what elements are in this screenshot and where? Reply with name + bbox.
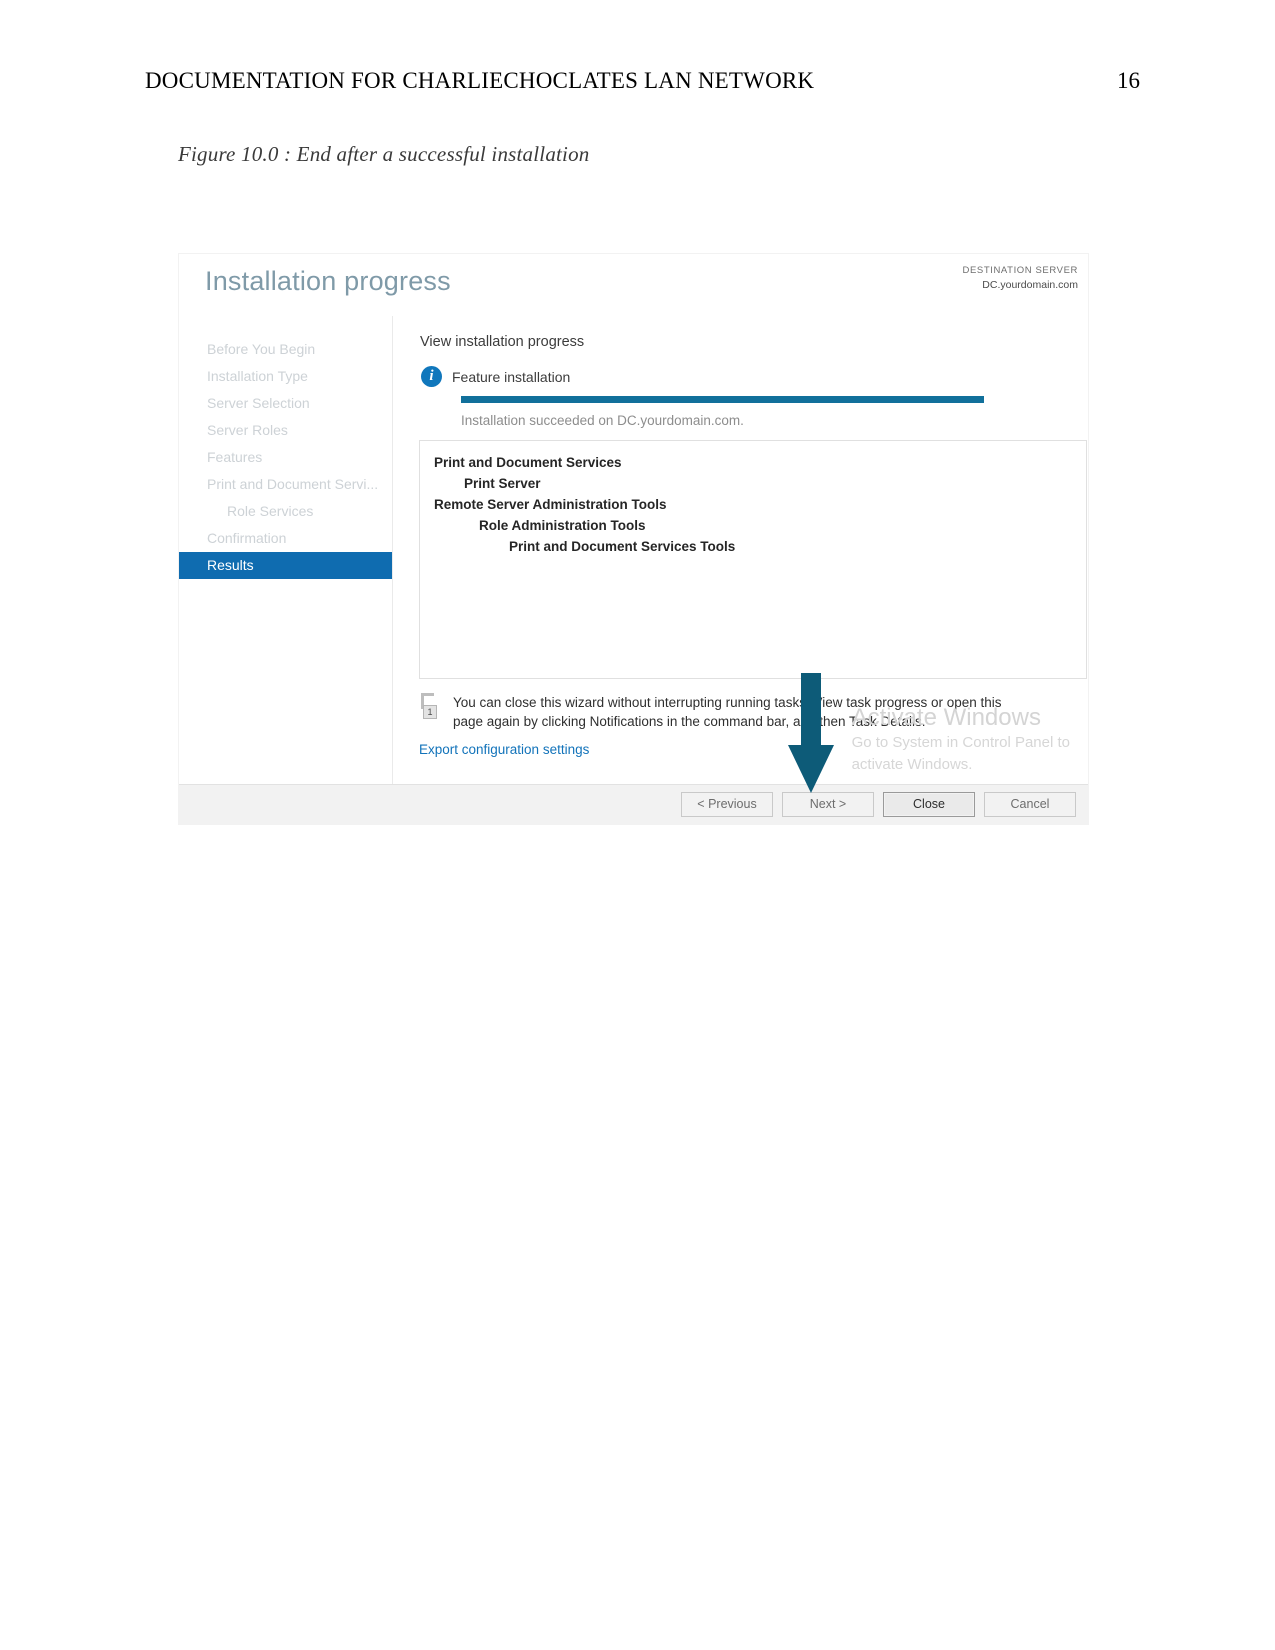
- content-heading: View installation progress: [420, 334, 585, 350]
- server-manager-wizard-screenshot: Installation progress DESTINATION SERVER…: [178, 253, 1089, 825]
- document-page: DOCUMENTATION FOR CHARLIECHOCLATES LAN N…: [0, 0, 1275, 1650]
- wizard-content-pane: View installation progress i Feature ins…: [393, 316, 1088, 784]
- close-button[interactable]: Close: [883, 792, 975, 817]
- installed-feature-item: Remote Server Administration Tools: [434, 497, 667, 512]
- progress-bar-fill: [461, 396, 984, 403]
- wizard-step-nav: Before You Begin Installation Type Server …: [179, 316, 393, 784]
- export-configuration-settings-link[interactable]: Export configuration settings: [419, 742, 589, 757]
- info-icon: i: [421, 366, 442, 387]
- page-title: Installation progress: [205, 266, 451, 296]
- nav-item-role-services[interactable]: Role Services: [179, 498, 392, 525]
- document-header: DOCUMENTATION FOR CHARLIECHOCLATES LAN N…: [145, 68, 1140, 94]
- next-button[interactable]: Next >: [782, 792, 874, 817]
- page-number: 16: [1117, 68, 1140, 93]
- wizard-topbar: Installation progress DESTINATION SERVER…: [179, 254, 1088, 316]
- installation-progress-bar: [461, 396, 984, 403]
- installed-features-list: Print and Document Services Print Server R…: [419, 440, 1087, 679]
- nav-item-before-you-begin[interactable]: Before You Begin: [179, 336, 392, 363]
- nav-item-server-roles[interactable]: Server Roles: [179, 417, 392, 444]
- wizard-footer: < Previous Next > Close Cancel: [179, 784, 1088, 824]
- installed-feature-item: Print Server: [464, 476, 541, 491]
- wizard-notice-text: You can close this wizard without interr…: [453, 693, 1002, 731]
- destination-server-block: DESTINATION SERVER DC.yourdomain.com: [963, 264, 1079, 293]
- figure-caption: Figure 10.0 : End after a successful ins…: [178, 142, 590, 166]
- progress-message: Installation succeeded on DC.yourdomain.…: [461, 413, 744, 428]
- document-header-title: DOCUMENTATION FOR CHARLIECHOCLATES LAN N…: [145, 68, 815, 93]
- feature-installation-label: Feature installation: [452, 368, 571, 385]
- previous-button[interactable]: < Previous: [681, 792, 773, 817]
- destination-server-label: DESTINATION SERVER: [962, 265, 1078, 276]
- nav-item-confirmation[interactable]: Confirmation: [179, 525, 392, 552]
- cancel-button[interactable]: Cancel: [984, 792, 1076, 817]
- destination-server-value: DC.yourdomain.com: [982, 278, 1078, 291]
- installed-feature-item: Role Administration Tools: [479, 518, 646, 533]
- feature-installation-row: i Feature installation: [421, 366, 1066, 387]
- nav-item-print-and-document-servi[interactable]: Print and Document Servi...: [179, 471, 392, 498]
- nav-item-server-selection[interactable]: Server Selection: [179, 390, 392, 417]
- installed-feature-item: Print and Document Services Tools: [509, 539, 736, 554]
- notification-flag-icon: 1: [419, 693, 443, 723]
- installed-feature-item: Print and Document Services: [434, 455, 622, 470]
- notification-count-badge: 1: [423, 705, 437, 719]
- wizard-notice: 1 You can close this wizard without inte…: [419, 693, 1087, 731]
- nav-item-features[interactable]: Features: [179, 444, 392, 471]
- nav-item-results[interactable]: Results: [179, 552, 392, 579]
- wizard-notice-line-1: You can close this wizard without interr…: [453, 695, 1002, 710]
- wizard-notice-line-2: page again by clicking Notifications in …: [453, 714, 926, 729]
- nav-item-installation-type[interactable]: Installation Type: [179, 363, 392, 390]
